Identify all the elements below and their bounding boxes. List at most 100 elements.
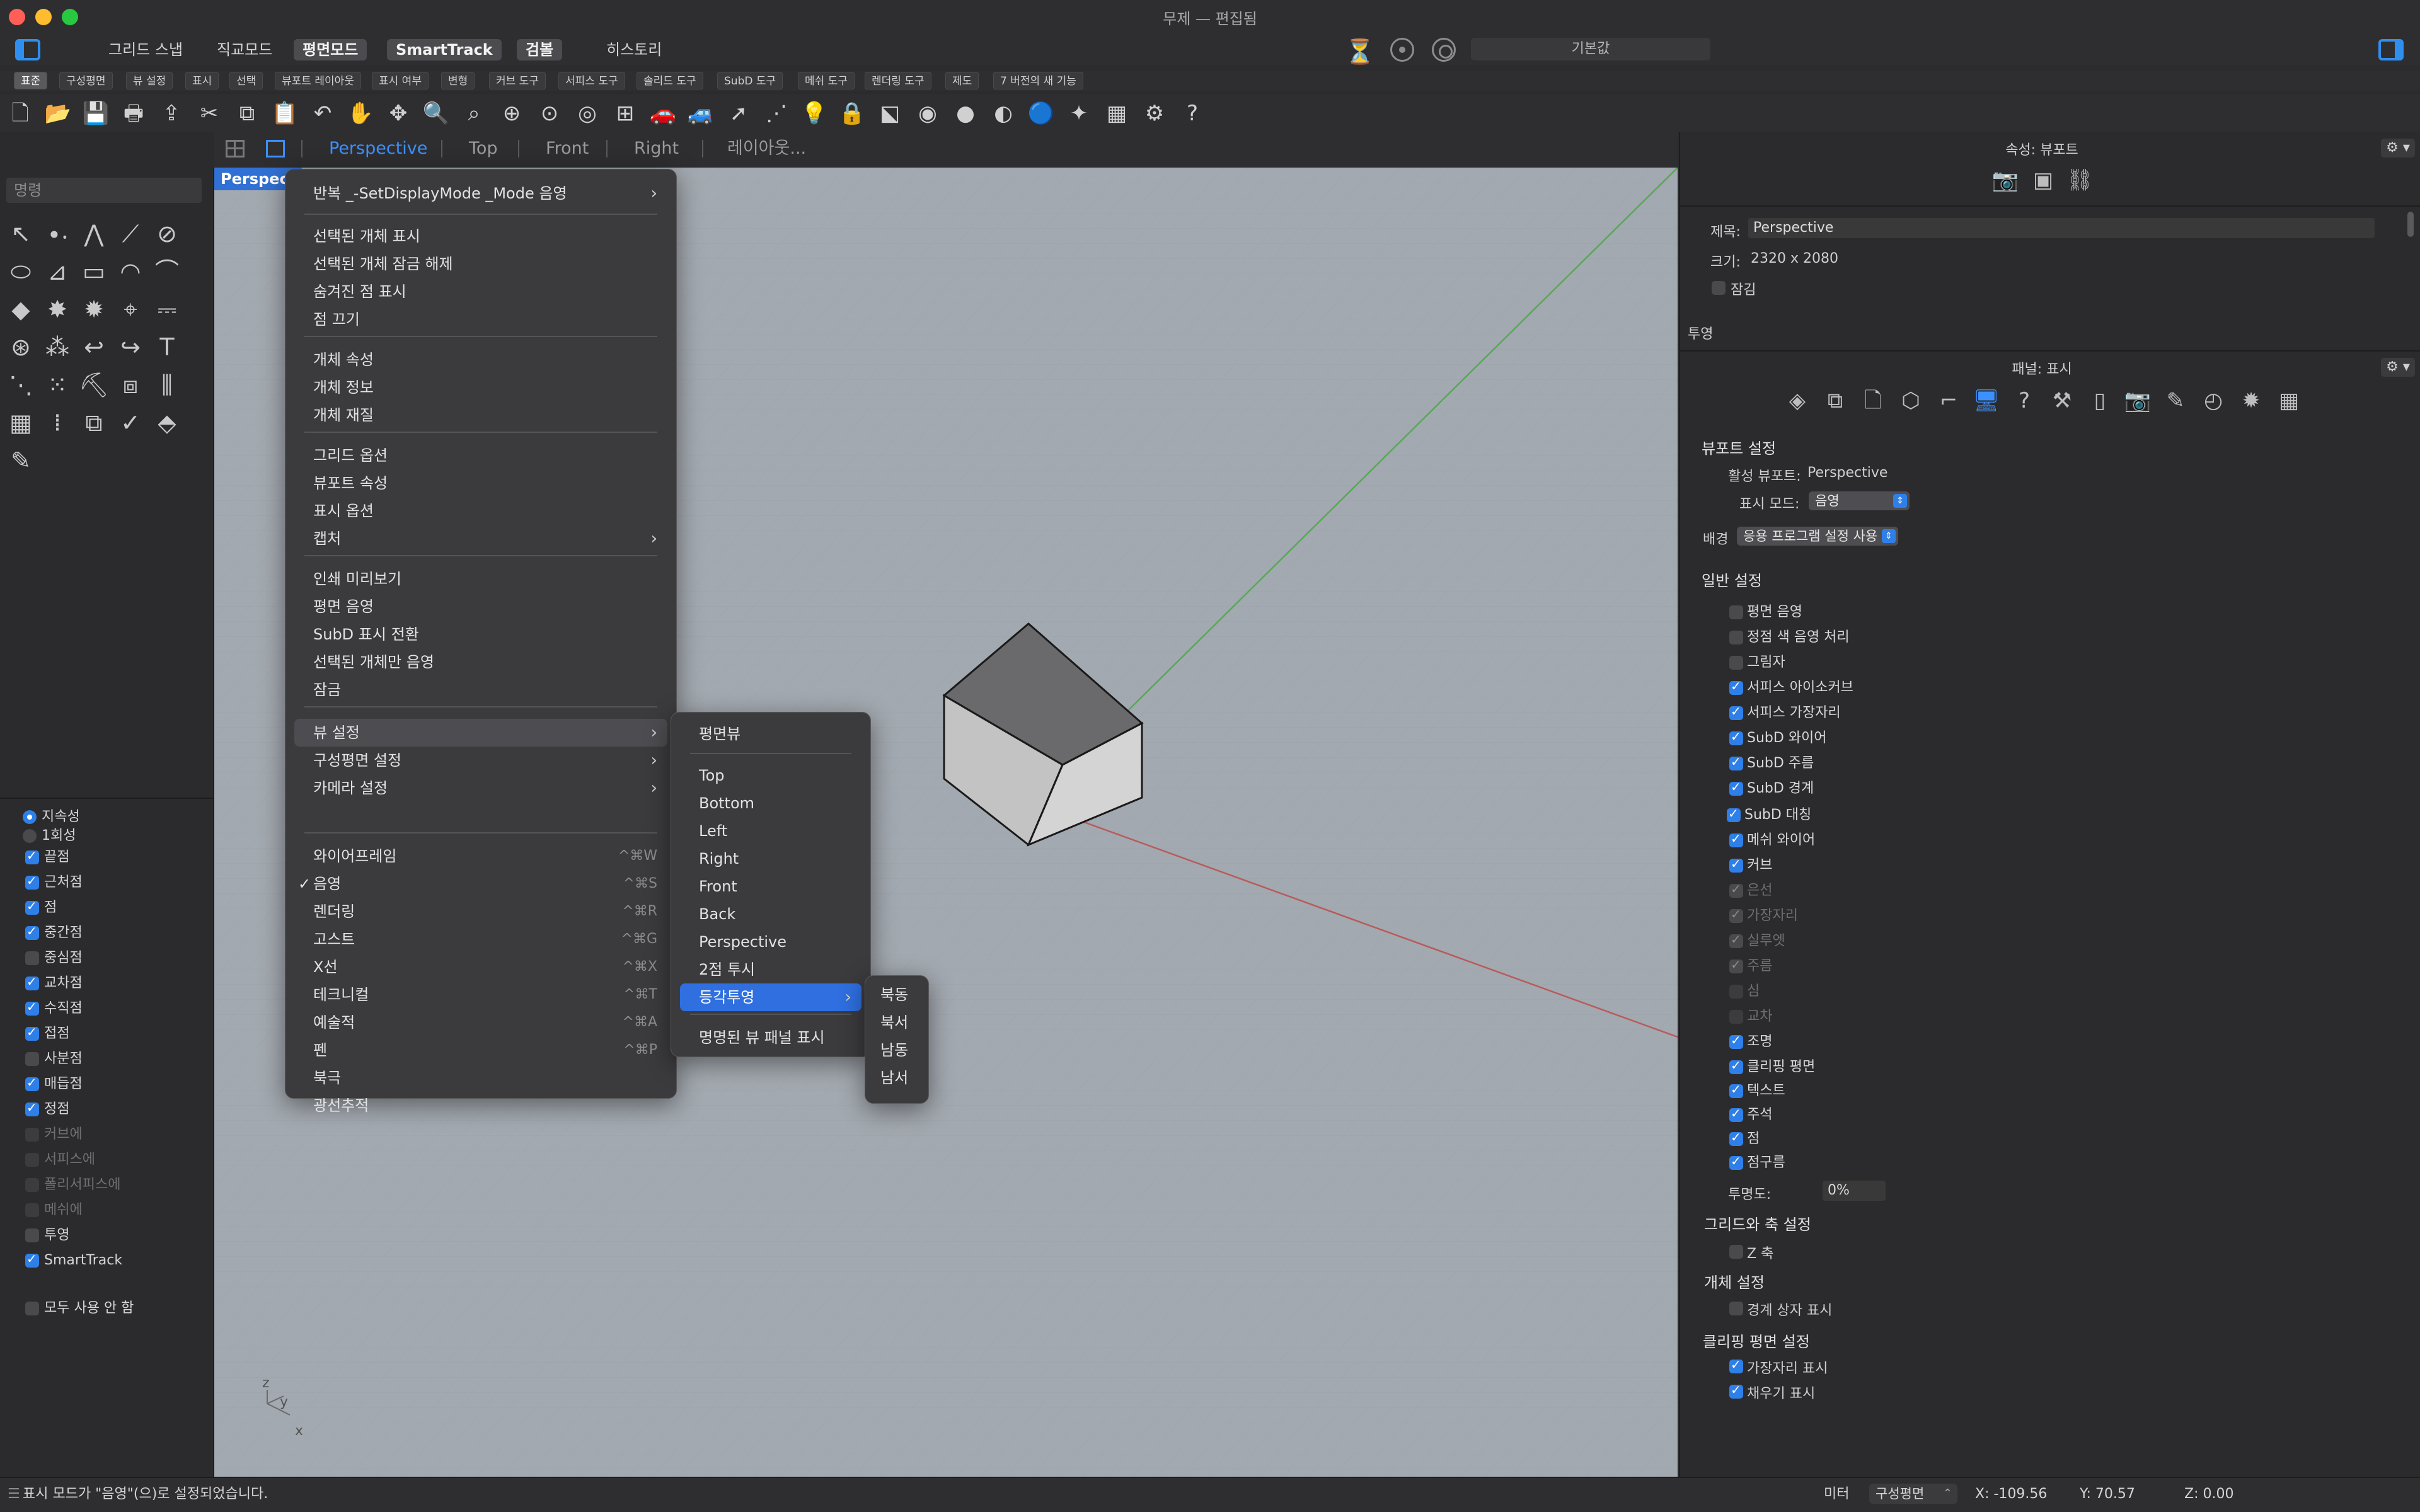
record-history-icon[interactable] bbox=[1390, 38, 1414, 62]
shaded-sphere-icon[interactable]: ● bbox=[952, 100, 979, 127]
view-item[interactable]: Top bbox=[680, 762, 861, 789]
display-mode-item[interactable]: 렌더링 ^⌘R bbox=[294, 898, 667, 925]
menu-item[interactable]: 카메라 설정 › bbox=[294, 774, 667, 802]
move-icon[interactable]: ⋱ bbox=[5, 369, 37, 401]
iso-direction-item[interactable]: 북서 bbox=[869, 1009, 925, 1036]
display-option-checkbox[interactable] bbox=[1729, 656, 1743, 670]
iso-direction-item[interactable]: 남동 bbox=[869, 1036, 925, 1064]
menu-item[interactable]: 점 끄기 bbox=[294, 306, 667, 333]
menu-item[interactable]: 뷰포트 속성 bbox=[294, 469, 667, 497]
properties-icon[interactable]: ⌐ bbox=[1933, 386, 1964, 416]
polygon-icon[interactable]: ⊿ bbox=[42, 256, 73, 287]
view-item[interactable]: Perspective bbox=[680, 928, 861, 956]
display-mode-item[interactable]: ✓ 음영 ^⌘S bbox=[294, 870, 667, 898]
sphere-tool-icon[interactable]: ⬘ bbox=[151, 407, 183, 438]
display-mode-item[interactable]: X선 ^⌘X bbox=[294, 953, 667, 981]
select-arrow-icon[interactable]: ↖ bbox=[5, 218, 37, 249]
properties-gear-icon[interactable]: ⚙ ▾ bbox=[2381, 139, 2415, 158]
array-icon[interactable]: ⁙ bbox=[42, 369, 73, 401]
menu-item[interactable]: 선택된 개체 잠금 해제 bbox=[294, 250, 667, 278]
view-item[interactable]: Left bbox=[680, 817, 861, 845]
group-icon[interactable]: ⁂ bbox=[42, 331, 73, 363]
mode-toggle-3[interactable]: SmartTrack bbox=[387, 39, 502, 60]
view-item[interactable]: 2점 투시 bbox=[680, 956, 861, 983]
join-icon[interactable]: ⊛ bbox=[5, 331, 37, 363]
display-mode-item[interactable]: 펜 ^⌘P bbox=[294, 1036, 667, 1064]
display-mode-item[interactable]: 고스트 ^⌘G bbox=[294, 925, 667, 953]
grid-array-icon[interactable]: ▦ bbox=[5, 407, 37, 438]
lock-icon[interactable]: 🔒 bbox=[838, 100, 866, 127]
polyline-icon[interactable]: ⋀ bbox=[78, 218, 110, 249]
display-option-checkbox[interactable] bbox=[1727, 806, 1741, 822]
iso-direction-item[interactable]: 남서 bbox=[869, 1064, 925, 1092]
toolbar-tab-3[interactable]: 표시 bbox=[185, 72, 219, 89]
toolbar-tab-9[interactable]: 서피스 도구 bbox=[558, 72, 625, 89]
viewport-title-field[interactable]: Perspective bbox=[1748, 218, 2375, 238]
display-option-checkbox[interactable] bbox=[1729, 729, 1743, 745]
calendar-icon[interactable]: ▦ bbox=[2274, 386, 2304, 416]
locked-checkbox[interactable] bbox=[1712, 281, 1726, 295]
menu-item[interactable]: 선택된 개체만 음영 bbox=[294, 648, 667, 676]
single-view-layout-icon[interactable] bbox=[266, 140, 285, 158]
transparency-field[interactable]: 0% bbox=[1823, 1181, 1886, 1201]
view-item[interactable]: 등각투영 › bbox=[680, 983, 861, 1011]
split-icon[interactable]: ↪ bbox=[115, 331, 146, 363]
point-edit-icon[interactable]: ⋰ bbox=[763, 100, 790, 127]
display-option-checkbox[interactable] bbox=[1729, 1106, 1743, 1122]
menu-item[interactable]: 구성평면 설정 › bbox=[294, 747, 667, 774]
open-icon[interactable]: 📂 bbox=[44, 100, 72, 127]
menu-item[interactable]: 캡처 › bbox=[294, 525, 667, 553]
display-mode-select[interactable]: 음영 ⇕ bbox=[1809, 491, 1910, 510]
toolbar-tab-13[interactable]: 렌더링 도구 bbox=[865, 72, 931, 89]
car-icon[interactable]: 🚗 bbox=[649, 100, 677, 127]
viewport-tab-4[interactable]: 레이아웃... bbox=[727, 135, 806, 163]
rotate-view-icon[interactable]: ✥ bbox=[384, 100, 412, 127]
iso-direction-item[interactable]: 북동 bbox=[869, 981, 925, 1009]
view-item[interactable]: Back bbox=[680, 900, 861, 928]
cut-icon[interactable]: ✂ bbox=[195, 100, 223, 127]
zoom-window-icon[interactable]: ⌕ bbox=[460, 100, 488, 127]
toolbar-tab-8[interactable]: 커브 도구 bbox=[489, 72, 546, 89]
osnap-checkbox[interactable] bbox=[25, 898, 39, 915]
rendered-sphere-icon[interactable]: ◐ bbox=[989, 100, 1017, 127]
osnap-checkbox[interactable] bbox=[25, 1024, 39, 1041]
menu-item[interactable]: 선택된 개체 표시 bbox=[294, 222, 667, 250]
four-viewports-icon[interactable]: ⊞ bbox=[611, 100, 639, 127]
repeat-command-item[interactable]: 반복 _-SetDisplayMode _Mode 음영 › bbox=[294, 180, 667, 207]
toolbar-tab-10[interactable]: 솔리드 도구 bbox=[637, 72, 703, 89]
display-option-checkbox[interactable] bbox=[1729, 1082, 1743, 1098]
fillet-icon[interactable]: ⌒ bbox=[151, 256, 183, 287]
display-option-checkbox[interactable] bbox=[1729, 779, 1743, 796]
named-views-icon[interactable]: 📷 bbox=[2123, 386, 2153, 416]
background-select[interactable]: 응용 프로그램 설정 사용 ⇕ bbox=[1737, 527, 1898, 546]
render-icon[interactable]: ◴ bbox=[2198, 386, 2228, 416]
menu-item[interactable]: 표시 옵션 bbox=[294, 497, 667, 525]
osnap-checkbox[interactable] bbox=[25, 999, 39, 1016]
layer-states-icon[interactable]: ⧉ bbox=[1820, 386, 1850, 416]
four-view-layout-icon[interactable] bbox=[226, 140, 245, 158]
menu-item[interactable]: 개체 속성 bbox=[294, 346, 667, 374]
units-label[interactable]: 미터 bbox=[1824, 1477, 1849, 1512]
cplane-select[interactable]: 구성평면 bbox=[1869, 1484, 1957, 1504]
frame-icon[interactable]: ▣ bbox=[2027, 165, 2060, 195]
toolbar-tab-0[interactable]: 표준 bbox=[14, 72, 48, 89]
osnap-checkbox[interactable] bbox=[25, 1251, 39, 1268]
show-fill-checkbox[interactable] bbox=[1729, 1382, 1743, 1399]
osnap-checkbox[interactable] bbox=[25, 951, 39, 965]
menu-item[interactable]: 숨겨진 점 표시 bbox=[294, 278, 667, 306]
new-file-icon[interactable]: 🗋 bbox=[6, 100, 34, 127]
right-sidebar-toggle-icon[interactable] bbox=[2378, 39, 2404, 60]
copy-icon[interactable]: ⧉ bbox=[233, 100, 261, 127]
viewport-tab-1[interactable]: Top bbox=[469, 135, 498, 163]
sun-icon[interactable]: ✹ bbox=[2236, 386, 2266, 416]
pipe-icon[interactable]: ⎓ bbox=[151, 294, 183, 325]
command-input[interactable]: 명령 bbox=[6, 178, 202, 203]
osnap-checkbox[interactable] bbox=[25, 1052, 39, 1066]
undo-icon[interactable]: ↶ bbox=[309, 100, 337, 127]
layer-icon[interactable]: ⧉ bbox=[78, 407, 110, 438]
dimension-icon[interactable]: ⫼ bbox=[151, 369, 183, 401]
pan-icon[interactable]: ✋ bbox=[347, 100, 374, 127]
display-option-checkbox[interactable] bbox=[1729, 1130, 1743, 1146]
osnap-checkbox[interactable] bbox=[25, 924, 39, 940]
display-option-checkbox[interactable] bbox=[1729, 856, 1743, 873]
